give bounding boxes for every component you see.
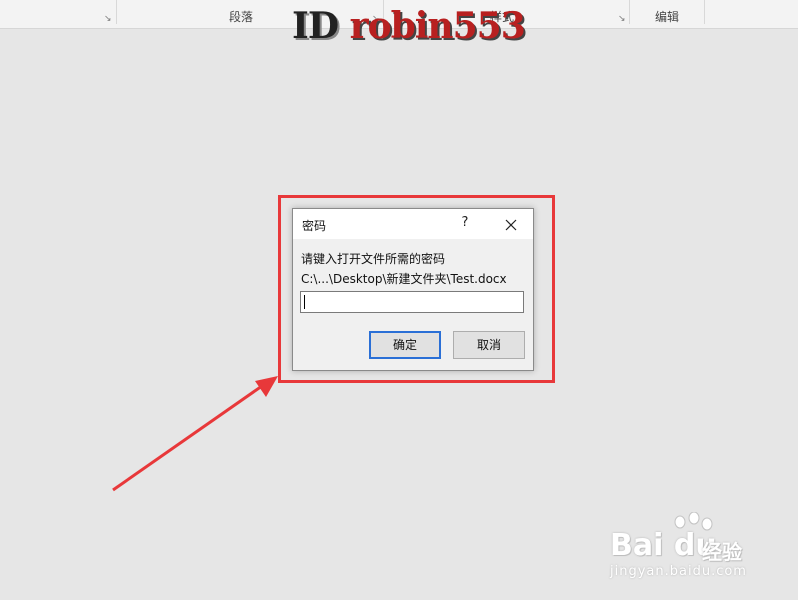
baidu-url: jingyan.baidu.com	[610, 564, 747, 579]
arrow-head-icon	[255, 376, 278, 397]
annotation-arrow	[112, 376, 278, 492]
baidu-jingyan-watermark: Bai du 经验 jingyan.baidu.com	[610, 512, 790, 590]
baidu-brand: Bai du	[610, 528, 717, 563]
baidu-product: 经验	[702, 540, 742, 564]
arrow-shaft	[112, 384, 263, 492]
